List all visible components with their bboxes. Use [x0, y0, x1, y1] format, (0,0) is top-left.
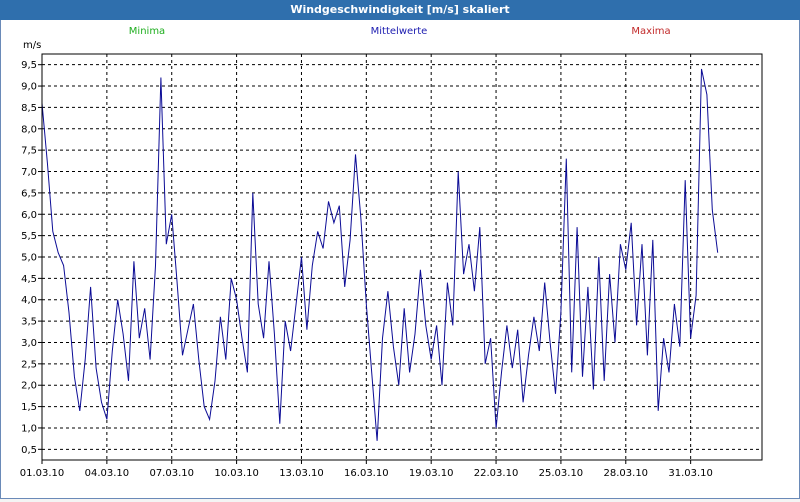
y-tick-label: 5,5 — [21, 231, 37, 242]
legend-mittelwerte: Mittelwerte — [371, 26, 428, 37]
y-tick-label: 7,5 — [21, 146, 37, 157]
y-tick-label: 1,5 — [21, 402, 37, 413]
legend-maxima: Maxima — [631, 26, 670, 37]
y-axis-unit: m/s — [23, 40, 41, 51]
x-tick-label: 25.03.10 — [539, 468, 584, 479]
x-tick-label: 13.03.10 — [279, 468, 324, 479]
x-tick-label: 04.03.10 — [85, 468, 130, 479]
x-tick-label: 16.03.10 — [344, 468, 389, 479]
x-tick-label: 31.03.10 — [668, 468, 713, 479]
y-tick-label: 7,0 — [21, 167, 37, 178]
y-axis-ticks: 0,5 1,0 1,5 2,0 2,5 3,0 3,5 4,0 4,5 5,0 5,5 6,0 6,5 7… — [21, 60, 42, 456]
y-tick-label: 2,5 — [21, 359, 37, 370]
legend-minima: Minima — [129, 26, 165, 37]
wind-speed-chart: Minima Mittelwerte Maxima m/s 0,5 1,0 1,5 2… — [20, 26, 763, 479]
x-tick-label: 28.03.10 — [604, 468, 649, 479]
y-tick-label: 6,0 — [21, 210, 37, 221]
y-tick-label: 1,0 — [21, 423, 37, 434]
x-tick-label: 01.03.10 — [20, 468, 65, 479]
x-tick-label: 19.03.10 — [409, 468, 454, 479]
y-tick-label: 9,5 — [21, 60, 37, 71]
y-tick-label: 3,0 — [21, 338, 37, 349]
y-tick-label: 4,5 — [21, 274, 37, 285]
y-tick-label: 8,5 — [21, 103, 37, 114]
y-tick-label: 9,0 — [21, 82, 37, 93]
x-tick-label: 07.03.10 — [149, 468, 194, 479]
y-tick-label: 2,0 — [21, 381, 37, 392]
y-tick-label: 0,5 — [21, 445, 37, 456]
x-tick-label: 22.03.10 — [474, 468, 519, 479]
y-tick-label: 8,0 — [21, 124, 37, 135]
series-line-mittelwerte — [41, 68, 719, 441]
chart-window: Minima Mittelwerte Maxima m/s 0,5 1,0 1,5 2… — [0, 20, 800, 499]
x-axis-ticks: 01.03.10 04.03.10 07.03.10 10.03.10 13.03.10… — [20, 460, 713, 479]
y-tick-label: 5,0 — [21, 253, 37, 264]
window-title: Windgeschwindigkeit [m/s] skaliert — [0, 0, 800, 20]
y-tick-label: 4,0 — [21, 295, 37, 306]
x-tick-label: 10.03.10 — [214, 468, 259, 479]
y-tick-label: 3,5 — [21, 317, 37, 328]
grid-lines — [41, 54, 762, 460]
y-tick-label: 6,5 — [21, 188, 37, 199]
